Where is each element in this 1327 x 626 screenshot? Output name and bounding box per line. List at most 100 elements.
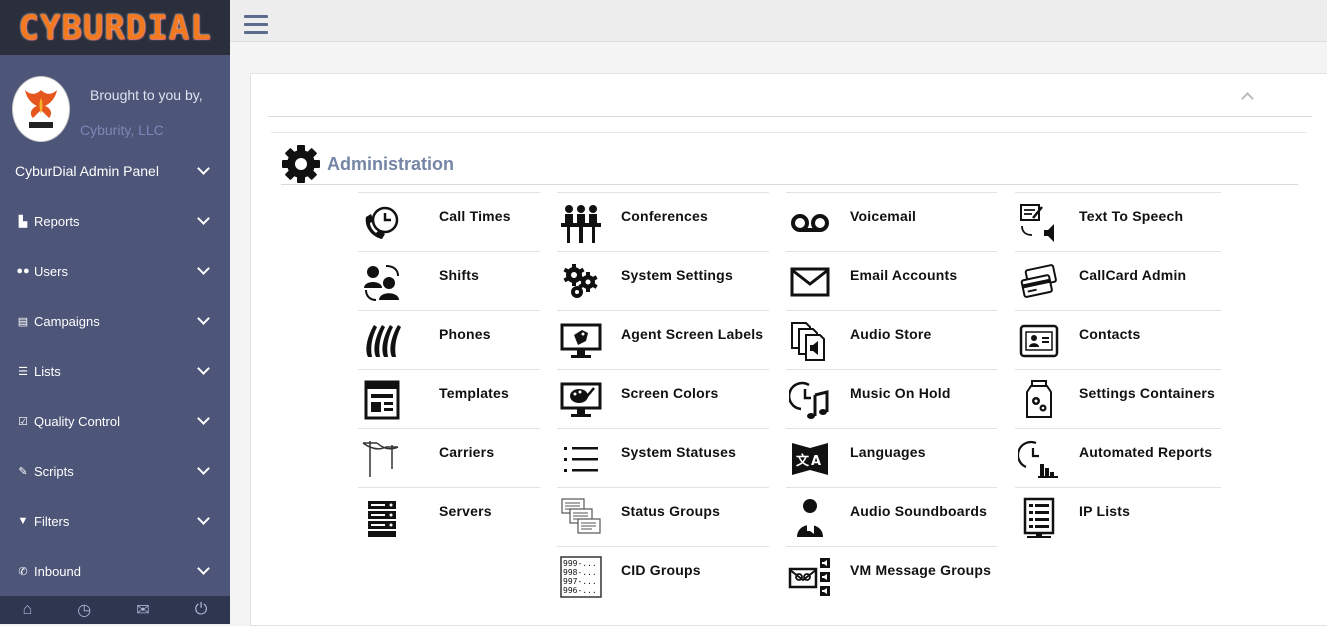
tile-label: CID Groups: [621, 562, 701, 578]
tile-label: Agent Screen Labels: [621, 326, 764, 342]
gear-icon: [282, 145, 320, 183]
tile-label: IP Lists: [1079, 503, 1131, 519]
brand-block: Brought to you by, Cyburity, LLC: [0, 55, 230, 155]
tile-system-statuses[interactable]: System Statuses: [557, 428, 769, 488]
company-avatar: [12, 76, 70, 142]
hamburger-menu-icon[interactable]: [244, 15, 268, 35]
nav-scripts[interactable]: ✎ Scripts: [0, 446, 230, 496]
users-icon: ●●: [16, 265, 30, 277]
tile-audio-store[interactable]: Audio Store: [786, 310, 997, 370]
tile-label: System Settings: [621, 267, 733, 283]
divider: [268, 116, 1312, 117]
conference-icon: [557, 199, 605, 247]
svg-text:999-...: 999-...: [563, 559, 597, 568]
tile-label: Settings Containers: [1079, 385, 1216, 401]
envelope-icon[interactable]: ✉: [136, 600, 149, 620]
tile-automated-reports[interactable]: Automated Reports: [1015, 428, 1221, 488]
tile-servers[interactable]: Servers: [358, 487, 540, 547]
tile-carriers[interactable]: Carriers: [358, 428, 540, 488]
tile-templates[interactable]: Templates: [358, 369, 540, 429]
tile-label: Text To Speech: [1079, 208, 1184, 224]
tile-audio-soundboards[interactable]: Audio Soundboards: [786, 487, 997, 547]
chevron-down-icon: [197, 162, 210, 175]
chevron-up-icon[interactable]: [1241, 92, 1254, 105]
tile-text-to-speech[interactable]: Text To Speech: [1015, 192, 1221, 252]
voicemail-icon: [786, 199, 834, 247]
chevron-down-icon: [197, 562, 210, 575]
nav-users-label: Users: [34, 263, 68, 279]
tile-music-on-hold[interactable]: Music On Hold: [786, 369, 997, 429]
chevron-down-icon: [197, 512, 210, 525]
tile-call-times[interactable]: Call Times: [358, 192, 540, 252]
tile-label: Conferences: [621, 208, 709, 224]
svg-text:996-...: 996-...: [563, 586, 597, 595]
tile-email-accounts[interactable]: Email Accounts: [786, 251, 997, 311]
tile-conferences[interactable]: Conferences: [557, 192, 769, 252]
nav-users[interactable]: ●● Users: [0, 246, 230, 296]
tile-phones[interactable]: Phones: [358, 310, 540, 370]
tile-label: Screen Colors: [621, 385, 719, 401]
home-icon[interactable]: ⌂: [23, 601, 33, 619]
tile-screen-colors[interactable]: Screen Colors: [557, 369, 769, 429]
filter-icon: ▼: [17, 515, 29, 527]
clock-icon[interactable]: ◷: [77, 600, 91, 620]
phones-icon: [358, 317, 406, 365]
people-swap-icon: [358, 258, 406, 306]
nav-reports[interactable]: ▙ Reports: [0, 196, 230, 246]
nav-lists-label: Lists: [34, 363, 61, 379]
tile-settings-containers[interactable]: Settings Containers: [1015, 369, 1221, 429]
tile-cid-groups[interactable]: 999-... 998-... 997-... 996-... CID Groups: [557, 546, 769, 606]
tile-languages[interactable]: 文A Languages: [786, 428, 997, 488]
tile-shifts[interactable]: Shifts: [358, 251, 540, 311]
svg-text:A: A: [811, 454, 821, 469]
tile-voicemail[interactable]: Voicemail: [786, 192, 997, 252]
top-bar: [230, 0, 1327, 42]
tile-label: Shifts: [439, 267, 480, 283]
nav-quality-control[interactable]: ☑ Quality Control: [0, 396, 230, 446]
svg-text:997-...: 997-...: [563, 577, 597, 586]
nav-inbound[interactable]: ✆ Inbound: [0, 546, 230, 596]
tile-contacts[interactable]: Contacts: [1015, 310, 1221, 370]
tile-vm-message-groups[interactable]: VM Message Groups: [786, 546, 997, 606]
stacked-docs-icon: [557, 494, 605, 542]
audio-files-icon: [786, 317, 834, 365]
nav-campaigns[interactable]: ▤ Campaigns: [0, 296, 230, 346]
list-icon: ☰: [18, 365, 28, 378]
telephone-pole-icon: [358, 435, 406, 483]
tile-callcard-admin[interactable]: CallCard Admin: [1015, 251, 1221, 311]
logo[interactable]: CYBURDIAL: [18, 8, 211, 48]
tile-label: Voicemail: [850, 208, 917, 224]
nav-filters[interactable]: ▼ Filters: [0, 496, 230, 546]
tile-label: Automated Reports: [1079, 444, 1213, 460]
template-icon: [358, 376, 406, 424]
tile-system-settings[interactable]: System Settings: [557, 251, 769, 311]
divider: [271, 132, 1307, 133]
company-name: Cyburity, LLC: [80, 122, 164, 138]
nav-quality-control-label: Quality Control: [34, 413, 120, 429]
tile-label: Email Accounts: [850, 267, 958, 283]
music-clock-icon: [786, 376, 834, 424]
chevron-down-icon: [197, 212, 210, 225]
nav-admin-panel-label: CyburDial Admin Panel: [15, 163, 159, 179]
nav-campaigns-label: Campaigns: [34, 313, 100, 329]
check-square-icon: ☑: [18, 415, 28, 428]
phone-clock-icon: [358, 199, 406, 247]
nav-admin-panel[interactable]: CyburDial Admin Panel: [0, 146, 230, 196]
speaker-person-icon: [786, 494, 834, 542]
cid-list-icon: 999-... 998-... 997-... 996-...: [557, 553, 605, 601]
nav-reports-label: Reports: [34, 213, 80, 229]
voicemail-group-icon: [786, 553, 834, 601]
chevron-down-icon: [197, 362, 210, 375]
divider: [281, 184, 1298, 185]
tile-status-groups[interactable]: Status Groups: [557, 487, 769, 547]
nav-filters-label: Filters: [34, 513, 70, 529]
tile-ip-lists[interactable]: IP Lists: [1015, 487, 1221, 547]
tile-label: Servers: [439, 503, 492, 519]
svg-text:文: 文: [796, 453, 810, 469]
table-icon: ▤: [17, 315, 29, 328]
contact-card-icon: [1015, 317, 1063, 365]
power-icon[interactable]: ⏻: [195, 601, 208, 619]
tile-agent-screen-labels[interactable]: Agent Screen Labels: [557, 310, 769, 370]
nav-lists[interactable]: ☰ Lists: [0, 346, 230, 396]
tile-label: Call Times: [439, 208, 511, 224]
